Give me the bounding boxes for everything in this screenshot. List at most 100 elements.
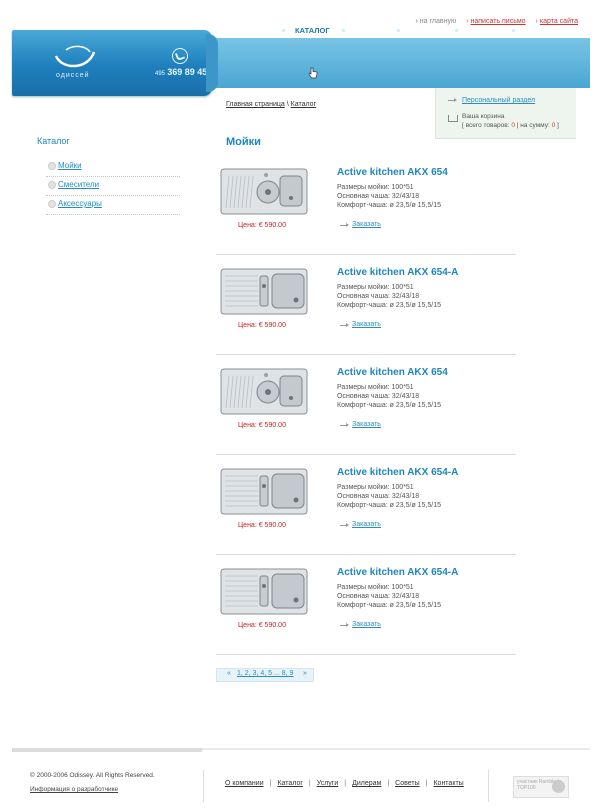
pagination: « 1, 2, 3, 4, 5 ... 8, 9 »: [216, 668, 314, 682]
phone-icon: [172, 48, 188, 64]
logo-block[interactable]: одиссей 495 369 89 45: [12, 30, 218, 96]
nav-advice[interactable]: СОВЕТЫ: [468, 24, 500, 38]
personal-section-link[interactable]: Персональный раздел: [462, 97, 535, 104]
pager-pages[interactable]: 1, 2, 3, 4, 5 ... 8, 9: [237, 670, 293, 677]
nav-contacts[interactable]: КОНТАКТЫ: [525, 24, 565, 38]
order-label: Заказать: [352, 221, 381, 228]
nav-background: [206, 38, 590, 88]
sidebar-item-mixers[interactable]: Смесители: [46, 177, 180, 196]
cart-icon: [448, 115, 458, 122]
cart-panel: Персональный раздел Ваша корзина [ всего…: [435, 88, 576, 139]
footer-separator: [203, 770, 204, 802]
product-name[interactable]: Active kitchen AKX 654-A: [337, 467, 458, 478]
order-link[interactable]: Заказать: [340, 321, 420, 331]
bullet-icon: [48, 200, 56, 208]
footer-link-catalog[interactable]: Каталог: [277, 780, 302, 787]
sink-image[interactable]: [220, 568, 308, 615]
footer-link-separator: |: [308, 780, 311, 787]
pager-next[interactable]: »: [303, 670, 307, 677]
sink-image[interactable]: [220, 168, 308, 215]
hand-cursor-icon: [308, 67, 318, 79]
order-link[interactable]: Заказать: [340, 421, 420, 431]
order-label: Заказать: [352, 621, 381, 628]
breadcrumb: Главная страница \ Каталог: [226, 101, 317, 108]
bullet-icon: [48, 181, 56, 189]
sidebar-menu: Мойки Смесители Аксессуары: [46, 158, 180, 215]
sidebar-item-sinks[interactable]: Мойки: [46, 158, 180, 177]
sink-image[interactable]: [220, 268, 308, 315]
order-link[interactable]: Заказать: [340, 621, 420, 631]
nav-separator: [512, 29, 515, 32]
product-price: Цена: € 590.00: [238, 222, 286, 229]
product-comfort: Комфорт-чаша: ø 23,5/ø 15,5/15: [337, 602, 442, 609]
cart-title: Ваша корзина: [462, 113, 505, 120]
order-label: Заказать: [352, 321, 381, 328]
product-item: Цена: € 590.00 Active kitchen AKX 654 Разм…: [216, 155, 516, 255]
nav-separator: [282, 29, 285, 32]
footer-link-contacts[interactable]: Контакты: [433, 780, 463, 787]
product-name[interactable]: Active kitchen AKX 654: [337, 367, 448, 378]
nav-services[interactable]: УСЛУГИ: [355, 24, 384, 38]
arrow-right-icon: [340, 323, 349, 327]
nav-catalog[interactable]: КАТАЛОГ: [287, 24, 338, 38]
footer-link-services[interactable]: Услуги: [317, 780, 339, 787]
product-name[interactable]: Active kitchen AKX 654: [337, 167, 448, 178]
page-title: Мойки: [226, 136, 261, 148]
copyright: © 2000-2006 Odissey. All Rights Reserved…: [30, 772, 155, 779]
product-comfort: Комфорт-чаша: ø 23,5/ø 15,5/15: [337, 202, 442, 209]
product-price: Цена: € 590.00: [238, 622, 286, 629]
product-name[interactable]: Active kitchen AKX 654-A: [337, 267, 458, 278]
arrow-right-icon: [448, 98, 457, 102]
footer-link-advice[interactable]: Советы: [395, 780, 420, 787]
product-bowl: Основная чаша: 32/43/18: [337, 393, 420, 400]
arrow-right-icon: [340, 223, 349, 227]
logo-text: одиссей: [56, 72, 90, 79]
badge-circle-icon: [552, 780, 565, 793]
product-name[interactable]: Active kitchen AKX 654-A: [337, 567, 458, 578]
footer-link-separator: |: [269, 780, 272, 787]
product-item: Цена: € 590.00 Active kitchen AKX 654-A Ра…: [216, 255, 516, 355]
product-item: Цена: € 590.00 Active kitchen AKX 654-A Ра…: [216, 455, 516, 555]
order-link[interactable]: Заказать: [340, 521, 420, 531]
breadcrumb-current[interactable]: Каталог: [291, 101, 316, 108]
nav-separator: [397, 29, 400, 32]
order-link[interactable]: Заказать: [340, 221, 420, 231]
product-price: Цена: € 590.00: [238, 522, 286, 529]
developer-link[interactable]: Информация о разработчике: [30, 786, 118, 793]
nav-separator: [342, 29, 345, 32]
product-item: Цена: € 590.00 Active kitchen AKX 654-A Ра…: [216, 555, 516, 655]
product-bowl: Основная чаша: 32/43/18: [337, 193, 420, 200]
bullet-icon: [48, 162, 56, 170]
footer-link-dealers[interactable]: Дилерам: [352, 780, 381, 787]
footer-divider: [12, 748, 590, 752]
sidebar-item-accessories[interactable]: Аксессуары: [46, 196, 180, 215]
product-list: Цена: € 590.00 Active kitchen AKX 654 Разм…: [216, 155, 516, 655]
cart-summary: [ всего товаров: 0 | на сумму: 0 ]: [462, 122, 559, 129]
product-bowl: Основная чаша: 32/43/18: [337, 593, 420, 600]
order-label: Заказать: [352, 521, 381, 528]
sink-image[interactable]: [220, 468, 308, 515]
product-bowl: Основная чаша: 32/43/18: [337, 493, 420, 500]
footer-link-separator: |: [387, 780, 390, 787]
product-bowl: Основная чаша: 32/43/18: [337, 293, 420, 300]
footer-link-separator: |: [425, 780, 428, 787]
order-label: Заказать: [352, 421, 381, 428]
arrow-right-icon: [340, 523, 349, 527]
counter-badge[interactable]: участник Rambler's TOP100: [513, 776, 569, 798]
footer-link-about[interactable]: О компании: [225, 780, 264, 787]
sink-image[interactable]: [220, 368, 308, 415]
nav-separator: [455, 29, 458, 32]
product-item: Цена: € 590.00 Active kitchen AKX 654 Разм…: [216, 355, 516, 455]
breadcrumb-home[interactable]: Главная страница: [226, 101, 285, 108]
phone-number: 495 369 89 45: [155, 67, 208, 77]
nav-about[interactable]: О КОМПАНИИ: [225, 24, 276, 38]
product-size: Размеры мойки: 100*51: [337, 484, 414, 491]
product-comfort: Комфорт-чаша: ø 23,5/ø 15,5/15: [337, 402, 442, 409]
sidebar-title: Каталог: [37, 136, 70, 146]
product-size: Размеры мойки: 100*51: [337, 384, 414, 391]
pager-prev[interactable]: «: [227, 670, 231, 677]
nav-dealers[interactable]: ДИЛЕРАМ: [410, 24, 446, 38]
arrow-right-icon: [340, 423, 349, 427]
arrow-right-icon: [340, 623, 349, 627]
logo-wave-icon: [54, 45, 96, 68]
